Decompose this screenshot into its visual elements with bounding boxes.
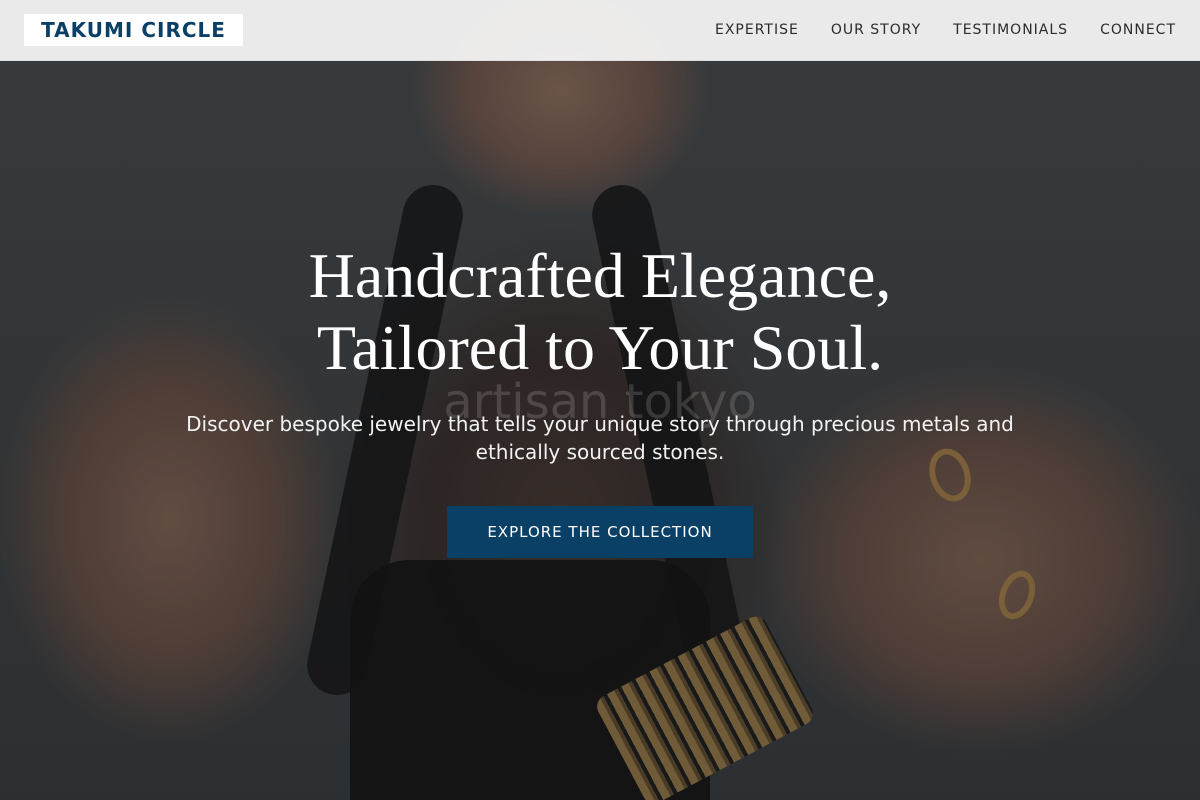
hero-subtitle: Discover bespoke jewelry that tells your… xyxy=(186,412,1014,464)
hero-headline: Handcrafted Elegance, Tailored to Your S… xyxy=(150,240,1050,384)
hero-headline-line-1: Handcrafted Elegance, xyxy=(308,240,892,311)
hero-section: artisan tokyo Handcrafted Elegance, Tail… xyxy=(0,0,1200,800)
explore-collection-button[interactable]: EXPLORE THE COLLECTION xyxy=(447,506,753,558)
hero-headline-line-2: Tailored to Your Soul. xyxy=(316,312,884,383)
